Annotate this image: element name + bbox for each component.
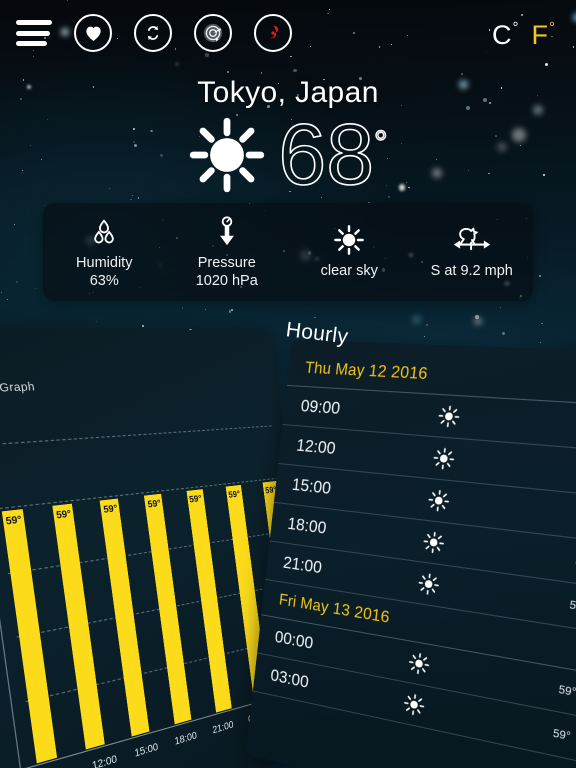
wind-cell: S at 9.2 mph [411, 203, 534, 301]
graph-bar-value-label: 59° [102, 502, 119, 516]
sun-icon [188, 116, 266, 194]
pressure-label: Pressure [197, 255, 256, 271]
hourly-temperature-label: 59° [568, 598, 576, 614]
humidity-drops-icon [89, 215, 119, 249]
conditions-summary-panel: Humidity 63% Pressure 1020 hPa clear sky… [43, 203, 533, 301]
top-toolbar: C° F° [0, 0, 576, 66]
sun-icon [382, 566, 477, 603]
pressure-arrow-icon [214, 215, 240, 249]
refresh-icon [143, 23, 163, 43]
location-title: Tokyo, Japan [197, 76, 379, 109]
unit-toggle-group: C° F° [492, 18, 560, 50]
current-temperature: 68° [278, 111, 389, 199]
unit-fahrenheit-button[interactable]: F° [531, 18, 556, 50]
sun-icon [392, 484, 487, 518]
pressure-cell: Pressure 1020 hPa [166, 203, 289, 301]
graph-bar-value-label: 59° [55, 507, 72, 522]
humidity-value: 63% [89, 273, 119, 289]
graph-bar-value-label: 59° [227, 488, 241, 501]
unit-celsius-degree: ° [512, 18, 519, 36]
graph-y-tick-group: 7560453015 [0, 327, 271, 331]
refresh-button[interactable] [134, 14, 172, 52]
hurricane-button[interactable] [254, 14, 292, 52]
weather-app-screen: C° F° Tokyo, Japan 68° Humidity 63% Pres… [0, 0, 576, 768]
sun-icon [397, 443, 493, 475]
hourly-graph-title: Hourly Graph [0, 380, 36, 397]
graph-bar: 59° [52, 504, 105, 750]
unit-celsius-button[interactable]: C° [492, 18, 519, 50]
unit-fahrenheit-degree: ° [549, 18, 555, 36]
hourly-time-label: 18:00 [286, 513, 328, 538]
graph-x-tick-label: 15:00 [133, 740, 159, 759]
hourly-temperature-label: 59° [557, 683, 576, 700]
humidity-label: Humidity [76, 255, 133, 271]
heart-icon [84, 24, 103, 42]
graph-bar-value-label: 59° [188, 493, 203, 506]
current-temperature-value: 68 [278, 107, 375, 203]
sun-icon [368, 684, 461, 726]
graph-bar-value-label: 59° [147, 497, 162, 511]
graph-x-tick-label: 12:00 [91, 752, 118, 768]
sun-icon [387, 525, 482, 560]
graph-x-tick-label: 18:00 [173, 729, 198, 747]
hourly-time-label: 09:00 [299, 395, 342, 419]
current-temperature-degree: ° [373, 124, 388, 163]
hourly-time-label: 21:00 [282, 552, 323, 578]
graph-bar: 59° [100, 498, 150, 737]
toolbar-left-group [16, 14, 292, 52]
hourly-list-card-wrapper[interactable]: Thu May 12 2016 09:00 59° 12:00 59° 15:00 59° 1… [245, 339, 576, 768]
unit-celsius-label: C [492, 19, 512, 50]
current-conditions: 68° [0, 111, 576, 199]
wind-label: S at 9.2 mph [430, 263, 513, 279]
humidity-cell: Humidity 63% [43, 203, 166, 301]
graph-bar: 59° [186, 489, 232, 713]
sky-condition-label: clear sky [320, 263, 378, 279]
radar-button[interactable] [194, 14, 232, 52]
hourly-temperature-label: 59° [552, 727, 572, 744]
wind-vane-icon [451, 223, 493, 257]
unit-fahrenheit-label: F [531, 19, 549, 50]
graph-bar-value-label: 59° [4, 513, 23, 528]
hurricane-icon [263, 23, 283, 43]
hourly-date-label: Thu May 12 2016 [304, 358, 429, 383]
hourly-list-card[interactable]: Thu May 12 2016 09:00 59° 12:00 59° 15:00 59° 1… [245, 339, 576, 768]
graph-x-tick-label: 21:00 [211, 718, 235, 736]
favorites-button[interactable] [74, 14, 112, 52]
hourly-time-label: 12:00 [295, 435, 337, 459]
sun-icon [332, 223, 366, 257]
sky-condition-cell: clear sky [288, 203, 411, 301]
hourly-time-label: 15:00 [291, 474, 332, 499]
graph-bar: 59° [144, 494, 192, 725]
pressure-value: 1020 hPa [195, 273, 258, 289]
hamburger-menu-icon[interactable] [16, 20, 52, 46]
radar-icon [202, 22, 224, 44]
sun-icon [402, 402, 498, 432]
